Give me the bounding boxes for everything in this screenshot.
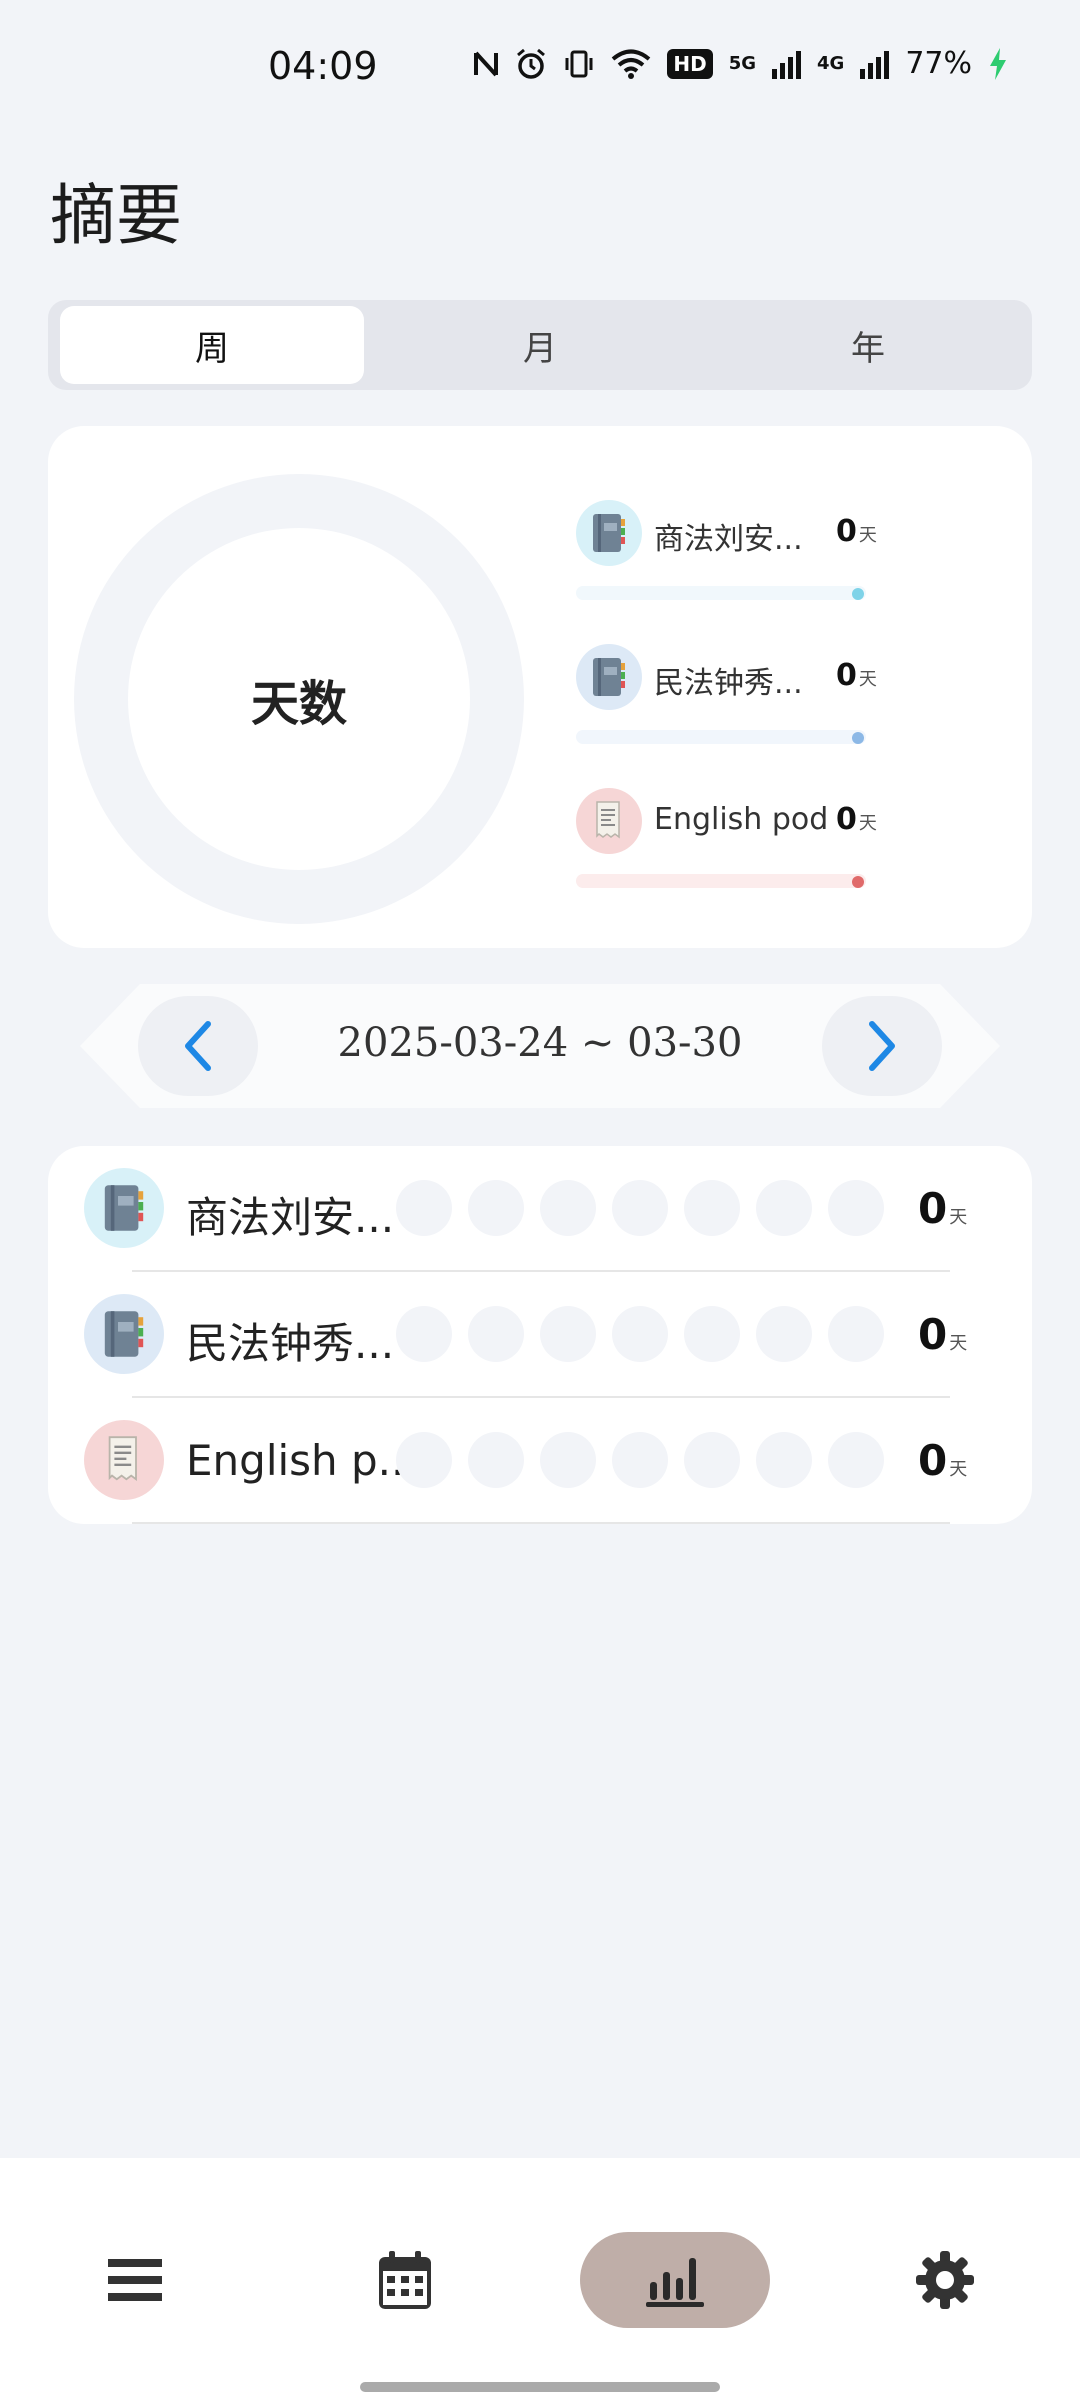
day-dot	[828, 1306, 884, 1362]
day-dot	[396, 1180, 452, 1236]
status-bar: 04:09 HD 5G 4G 77%	[0, 0, 1080, 140]
status-time: 04:09	[268, 44, 378, 88]
notebook-icon	[576, 644, 642, 710]
notebook-icon	[576, 500, 642, 566]
network-4g-label: 4G	[817, 53, 845, 74]
nav-calendar[interactable]	[310, 2232, 500, 2328]
day-dot	[540, 1306, 596, 1362]
day-dot	[468, 1180, 524, 1236]
list-icon	[108, 2259, 162, 2301]
day-dot	[540, 1180, 596, 1236]
tab-week[interactable]: 周	[60, 306, 364, 384]
list-item[interactable]: 商法刘安... 0天	[48, 1146, 1032, 1272]
day-dot	[468, 1432, 524, 1488]
day-dot	[756, 1306, 812, 1362]
legend-item[interactable]: 民法钟秀... 0天	[576, 644, 926, 754]
period-tabs: 周 月 年	[48, 300, 1032, 390]
legend-item[interactable]: 商法刘安... 0天	[576, 500, 926, 610]
nav-stats[interactable]	[580, 2232, 770, 2328]
signal-strength-icon-1	[772, 49, 801, 79]
legend-name: 民法钟秀...	[654, 666, 803, 701]
day-dot	[468, 1306, 524, 1362]
network-5g-label: 5G	[728, 53, 756, 74]
list-item[interactable]: English p... 0天	[48, 1398, 1032, 1524]
legend-value: 0天	[836, 802, 877, 837]
legend-value: 0天	[836, 514, 877, 549]
bottom-nav	[0, 2158, 1080, 2400]
signal-strength-icon-2	[860, 49, 890, 79]
donut-center: 天数	[128, 528, 470, 870]
legend-bar	[576, 586, 866, 600]
legend-dot	[852, 588, 864, 600]
status-icons: HD 5G 4G 77%	[473, 46, 1008, 81]
item-value: 0天	[918, 1310, 968, 1359]
legend-name: English pod	[654, 802, 829, 837]
vibrate-icon	[565, 50, 593, 77]
donut-chart: 天数	[74, 474, 524, 924]
receipt-icon	[576, 788, 642, 854]
day-dot	[684, 1180, 740, 1236]
day-dot	[828, 1180, 884, 1236]
charging-bolt-icon	[990, 47, 1006, 80]
donut-label: 天数	[250, 676, 347, 732]
legend-dot	[852, 732, 864, 744]
wifi-icon	[612, 49, 651, 79]
day-dot	[396, 1306, 452, 1362]
day-dot	[396, 1432, 452, 1488]
next-week-button[interactable]	[822, 996, 942, 1096]
item-value: 0天	[918, 1184, 968, 1233]
daily-detail-card: 商法刘安... 0天 民法钟秀... 0天 English p... 0 天	[48, 1146, 1032, 1524]
home-indicator[interactable]	[360, 2382, 720, 2392]
legend-name: 商法刘安...	[654, 522, 803, 557]
day-dot	[684, 1306, 740, 1362]
day-dot	[756, 1432, 812, 1488]
notebook-icon	[84, 1168, 164, 1248]
battery-percent: 77%	[905, 46, 972, 81]
summary-card: 天数 商法刘安... 0天 民法钟秀... 0天 English pod 0天	[48, 426, 1032, 948]
week-navigator: 2025-03-24 ~ 03-30	[80, 984, 1000, 1108]
tab-year[interactable]: 年	[716, 306, 1020, 384]
item-value: 0天	[918, 1436, 968, 1485]
nfc-icon	[474, 51, 499, 76]
day-dot	[612, 1432, 668, 1488]
bar-chart-icon	[646, 2258, 704, 2307]
day-dot	[828, 1432, 884, 1488]
item-name: 商法刘安...	[186, 1193, 395, 1242]
legend-item[interactable]: English pod 0天	[576, 788, 926, 898]
page-title: 摘要	[50, 177, 182, 254]
divider	[132, 1522, 950, 1524]
gear-icon	[916, 2251, 974, 2309]
tab-month[interactable]: 月	[388, 306, 692, 384]
nav-settings[interactable]	[850, 2232, 1040, 2328]
nav-list[interactable]	[40, 2232, 230, 2328]
receipt-icon	[84, 1420, 164, 1500]
alarm-icon	[517, 48, 546, 79]
day-dot	[612, 1180, 668, 1236]
list-item[interactable]: 民法钟秀... 0天	[48, 1272, 1032, 1398]
item-name: 民法钟秀...	[186, 1319, 395, 1368]
hd-badge: HD	[667, 48, 713, 79]
day-dot	[684, 1432, 740, 1488]
legend-bar	[576, 730, 866, 744]
notebook-icon	[84, 1294, 164, 1374]
day-dot	[540, 1432, 596, 1488]
calendar-icon	[379, 2251, 431, 2309]
day-dot	[612, 1306, 668, 1362]
legend-value: 0天	[836, 658, 877, 693]
legend-bar	[576, 874, 866, 888]
legend-dot	[852, 876, 864, 888]
item-name: English p...	[186, 1436, 418, 1485]
chevron-right-icon	[869, 1021, 895, 1071]
day-dot	[756, 1180, 812, 1236]
